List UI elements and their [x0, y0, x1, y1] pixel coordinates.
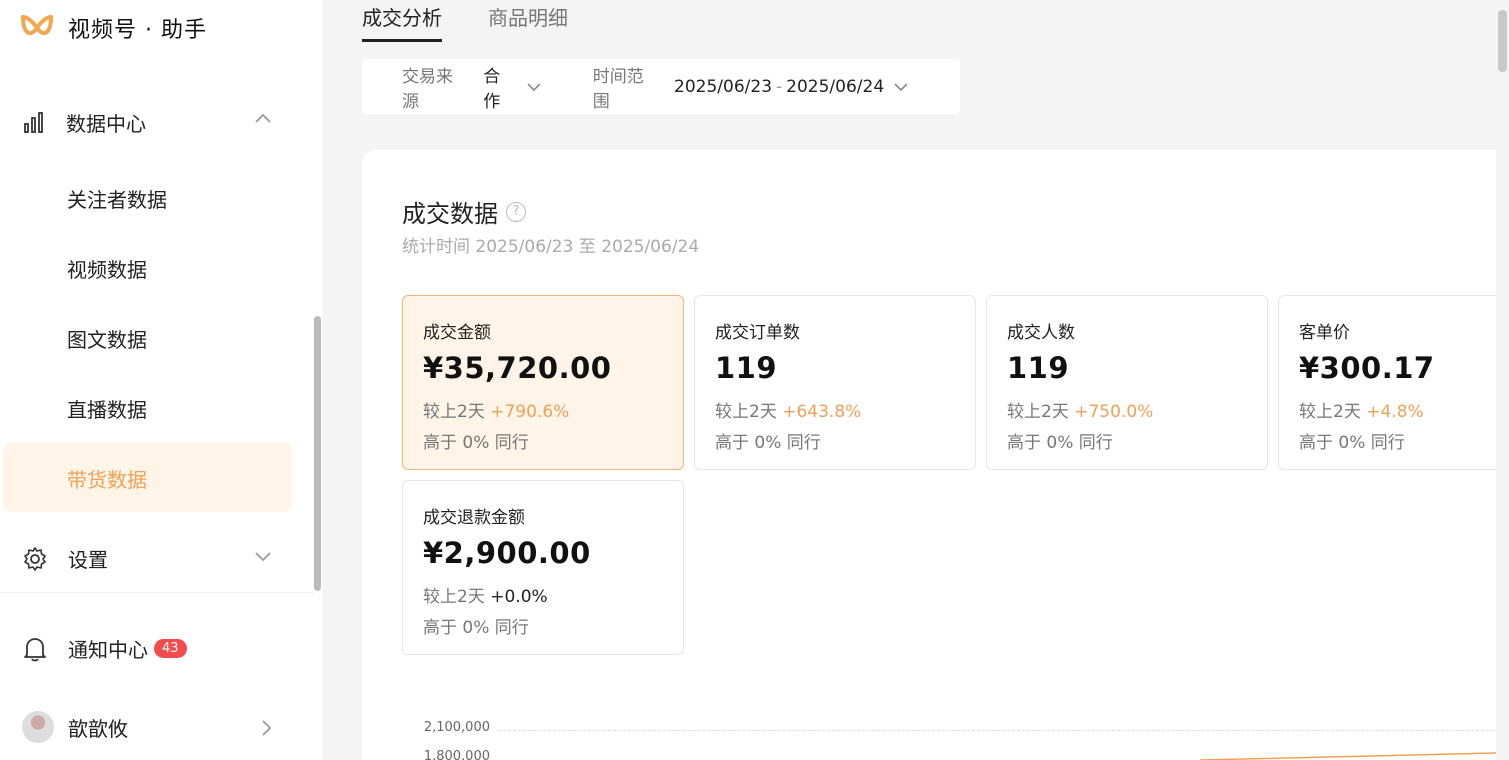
sidebar-item-notifications[interactable]: 通知中心 43 [22, 634, 187, 663]
bell-icon [24, 637, 46, 661]
metric-card-avg-price[interactable]: 客单价 ¥300.17 较上2天 +4.8% 高于 0% 同行 [1278, 295, 1509, 470]
metric-change: 较上2天 +750.0% [1007, 397, 1267, 422]
panel-title: 成交数据 ? [402, 194, 526, 229]
chevron-right-icon [262, 720, 272, 736]
metric-peer: 高于 0% 同行 [423, 618, 529, 638]
notifications-label: 通知中心 [68, 638, 148, 662]
change-label: 较上2天 [1299, 402, 1361, 422]
sidebar-item-video[interactable]: 视频数据 [67, 254, 147, 283]
sidebar-item-image-text[interactable]: 图文数据 [67, 324, 147, 353]
tab-sales-analysis[interactable]: 成交分析 [362, 0, 442, 42]
y-axis-tick: 2,100,000 [423, 720, 490, 735]
metric-value: 119 [715, 351, 778, 385]
metric-peer: 高于 0% 同行 [423, 433, 529, 453]
panel-subtitle: 统计时间 2025/06/23 至 2025/06/24 [402, 237, 700, 257]
nav-group-data-center[interactable]: 数据中心 [22, 108, 272, 137]
source-filter-label: 交易来源 [402, 66, 453, 112]
change-label: 较上2天 [423, 587, 485, 607]
page-scrollbar[interactable] [1496, 0, 1509, 760]
sidebar-user-profile[interactable]: 歆歆攸 [22, 711, 272, 743]
sidebar-divider [0, 592, 314, 593]
avatar [22, 711, 54, 743]
nav-group-label: 数据中心 [66, 112, 146, 136]
sidebar: 视频号 · 助手 数据中心 关注者数据 视频数据 图文数据 直播数据 带货数据 … [0, 0, 322, 760]
logo-icon [21, 15, 53, 36]
metric-title: 成交金额 [423, 323, 491, 343]
user-name: 歆歆攸 [68, 716, 128, 741]
metric-card-refund[interactable]: 成交退款金额 ¥2,900.00 较上2天 +0.0% 高于 0% 同行 [402, 480, 684, 655]
help-icon[interactable]: ? [506, 201, 526, 222]
range-start[interactable]: 2025/06/23 [674, 77, 772, 97]
change-percent: +0.0% [490, 587, 548, 607]
app-logo[interactable]: 视频号 · 助手 [20, 12, 207, 44]
tab-bar: 成交分析 商品明细 [362, 0, 614, 42]
metric-card-gmv[interactable]: 成交金额 ¥35,720.00 较上2天 +790.6% 高于 0% 同行 [402, 295, 684, 470]
gear-icon [24, 546, 46, 571]
app-title: 视频号 · 助手 [68, 18, 207, 43]
sidebar-item-settings[interactable]: 设置 [22, 544, 272, 573]
change-percent: +4.8% [1366, 402, 1424, 422]
chevron-down-icon[interactable] [894, 82, 908, 92]
metric-card-orders[interactable]: 成交订单数 119 较上2天 +643.8% 高于 0% 同行 [694, 295, 976, 470]
change-percent: +750.0% [1074, 402, 1154, 422]
source-filter-select[interactable]: 合作 [483, 62, 517, 112]
range-filter-label: 时间范围 [592, 66, 644, 112]
metric-change: 较上2天 +0.0% [423, 582, 683, 607]
range-end[interactable]: 2025/06/24 [786, 77, 884, 97]
chevron-up-icon [255, 113, 271, 123]
metric-value: 119 [1007, 351, 1070, 385]
sidebar-item-sales[interactable]: 带货数据 [67, 464, 147, 493]
metric-value: ¥2,900.00 [423, 536, 591, 570]
metric-peer: 高于 0% 同行 [1007, 433, 1113, 453]
chart-gridline [498, 730, 1509, 731]
metric-value: ¥300.17 [1299, 351, 1435, 385]
filter-bar: 交易来源 合作 时间范围 2025/06/23 - 2025/06/24 [362, 59, 960, 114]
notification-count-badge: 43 [154, 639, 187, 658]
panel-title-text: 成交数据 [402, 200, 498, 228]
sidebar-item-live[interactable]: 直播数据 [67, 394, 147, 423]
sidebar-scrollbar-thumb[interactable] [314, 316, 321, 591]
metric-title: 成交订单数 [715, 323, 800, 343]
metric-peer: 高于 0% 同行 [715, 433, 821, 453]
chevron-down-icon [255, 552, 271, 562]
sidebar-item-followers[interactable]: 关注者数据 [67, 184, 167, 213]
metric-value: ¥35,720.00 [423, 351, 612, 385]
chevron-down-icon[interactable] [527, 82, 541, 92]
chart-line [1200, 752, 1496, 760]
change-percent: +790.6% [490, 402, 570, 422]
change-label: 较上2天 [1007, 402, 1069, 422]
tab-product-details[interactable]: 商品明细 [488, 0, 568, 42]
metric-title: 客单价 [1299, 323, 1350, 343]
change-percent: +643.8% [782, 402, 862, 422]
metric-card-buyers[interactable]: 成交人数 119 较上2天 +750.0% 高于 0% 同行 [986, 295, 1268, 470]
metric-title: 成交人数 [1007, 323, 1075, 343]
range-separator: - [776, 76, 783, 97]
change-label: 较上2天 [715, 402, 777, 422]
metric-peer: 高于 0% 同行 [1299, 433, 1405, 453]
metric-change: 较上2天 +790.6% [423, 397, 683, 422]
settings-label: 设置 [68, 548, 108, 572]
active-item-highlight [3, 442, 292, 512]
metric-change: 较上2天 +643.8% [715, 397, 975, 422]
metric-title: 成交退款金额 [423, 508, 525, 528]
change-label: 较上2天 [423, 402, 485, 422]
page-scrollbar-thumb[interactable] [1498, 10, 1507, 72]
y-axis-tick: 1,800,000 [423, 749, 490, 760]
metric-change: 较上2天 +4.8% [1299, 397, 1509, 422]
bar-chart-icon [24, 111, 43, 133]
